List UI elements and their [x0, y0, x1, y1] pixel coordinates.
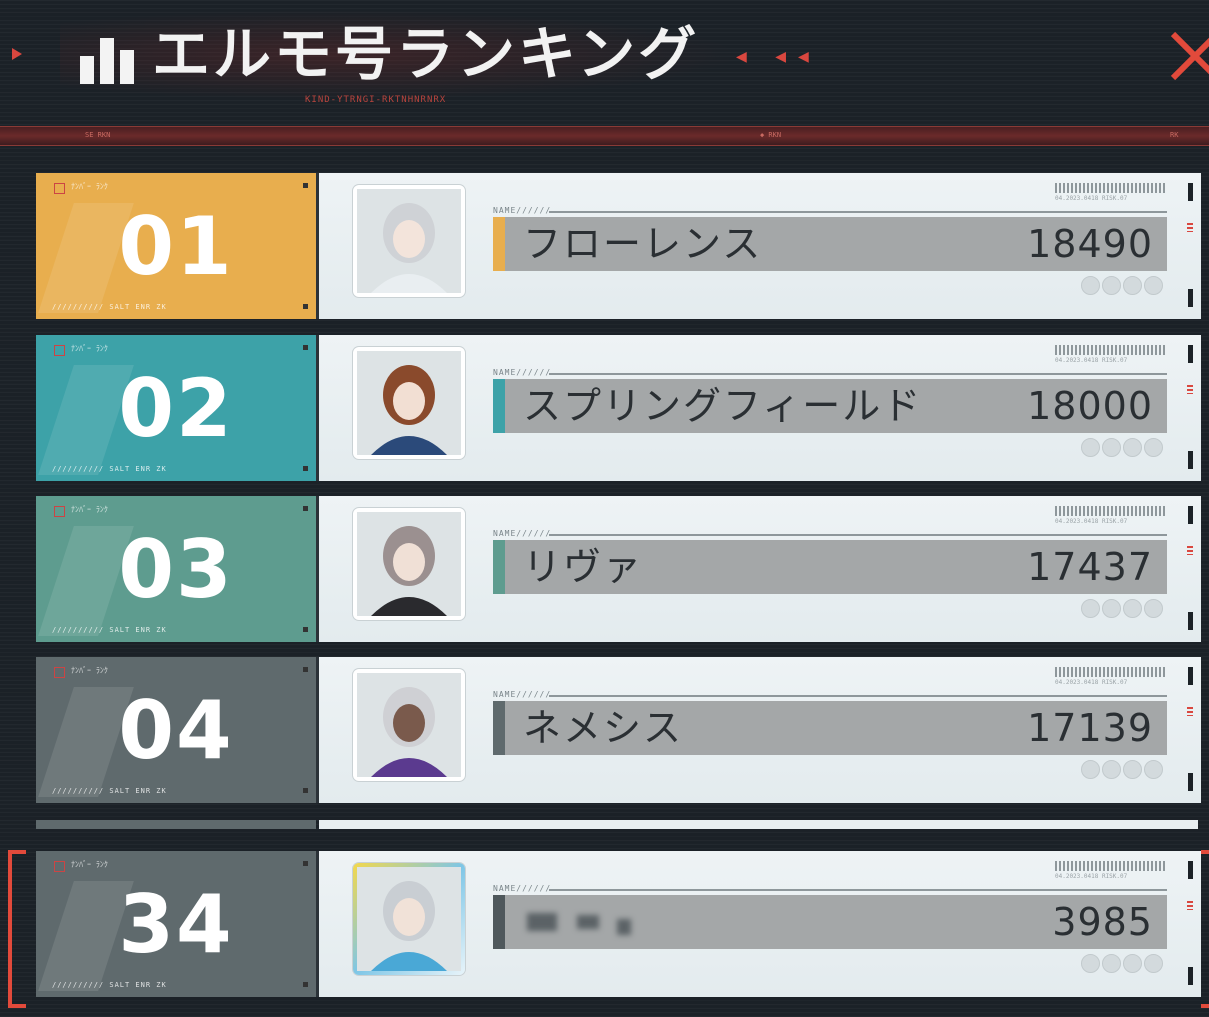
page-title: エルモ号ランキング — [152, 20, 700, 88]
barcode — [1055, 506, 1167, 516]
name-label: NAME////// — [493, 529, 552, 538]
medal-slots — [1081, 760, 1165, 783]
ranking-row[interactable]: ﾅﾝﾊﾞｰ ﾗﾝｸ ////////// SALT ENR ZK 04 NAME… — [36, 657, 1201, 803]
rank-number: 04 — [118, 684, 234, 777]
rank-number: 01 — [118, 200, 234, 293]
header-deco-arrows: ◀ ◀◀ — [736, 49, 821, 65]
self-ranking-row[interactable]: ﾅﾝﾊﾞｰ ﾗﾝｸ ////////// SALT ENR ZK 34 NAME… — [36, 851, 1201, 997]
header: エルモ号ランキング KIND-YTRNGI-RKTNHNRNRX ◀ ◀◀ SE… — [0, 0, 1209, 150]
rank-micro-top: ﾅﾝﾊﾞｰ ﾗﾝｸ — [71, 505, 108, 514]
barcode — [1055, 667, 1167, 677]
medal-slots — [1081, 276, 1165, 299]
name-label: NAME////// — [493, 368, 552, 377]
rank-card: ﾅﾝﾊﾞｰ ﾗﾝｸ ////////// SALT ENR ZK 01 — [36, 173, 316, 319]
rank-accent — [493, 701, 505, 755]
rank-card: ﾅﾝﾊﾞｰ ﾗﾝｸ ////////// SALT ENR ZK 03 — [36, 496, 316, 642]
ranking-row[interactable]: ﾅﾝﾊﾞｰ ﾗﾝｸ ////////// SALT ENR ZK 03 NAME… — [36, 496, 1201, 642]
square-icon — [54, 861, 65, 872]
square-icon — [54, 506, 65, 517]
rank-micro-bottom: ////////// SALT ENR ZK — [52, 787, 167, 795]
barcode — [1055, 345, 1167, 355]
barcode-text: 04.2023.0418 RISK.07 — [1055, 873, 1128, 880]
square-icon — [54, 345, 65, 356]
player-info-card: NAME////// 04.2023.0418 RISK.07 ネメシス 171… — [316, 657, 1201, 803]
rank-number: 34 — [118, 878, 234, 971]
square-icon — [54, 183, 65, 194]
blurred-player-name — [517, 905, 677, 941]
rank-micro-top: ﾅﾝﾊﾞｰ ﾗﾝｸ — [71, 666, 108, 675]
barcode-text: 04.2023.0418 RISK.07 — [1055, 357, 1128, 364]
player-avatar — [353, 863, 465, 975]
rank-number: 03 — [118, 523, 234, 616]
page-subtitle: KIND-YTRNGI-RKTNHNRNRX — [305, 95, 447, 105]
name-label: NAME////// — [493, 884, 552, 893]
name-score-bar: ネメシス 17139 — [493, 701, 1167, 755]
name-label: NAME////// — [493, 690, 552, 699]
rank-card: ﾅﾝﾊﾞｰ ﾗﾝｸ ////////// SALT ENR ZK 04 — [36, 657, 316, 803]
medal-slots — [1081, 438, 1165, 461]
rank-micro-top: ﾅﾝﾊﾞｰ ﾗﾝｸ — [71, 182, 108, 191]
player-score: 17139 — [1027, 706, 1153, 750]
rank-micro-top: ﾅﾝﾊﾞｰ ﾗﾝｸ — [71, 860, 108, 869]
medal-slots — [1081, 954, 1165, 977]
player-name: リヴァ — [523, 545, 644, 589]
player-info-card: NAME////// 04.2023.0418 RISK.07 リヴァ 1743… — [316, 496, 1201, 642]
ranking-row[interactable]: ﾅﾝﾊﾞｰ ﾗﾝｸ ////////// SALT ENR ZK 01 NAME… — [36, 173, 1201, 319]
rank-micro-top: ﾅﾝﾊﾞｰ ﾗﾝｸ — [71, 344, 108, 353]
bar-chart-icon — [80, 26, 138, 84]
rank-accent — [493, 217, 505, 271]
square-icon — [54, 667, 65, 678]
rank-accent — [493, 895, 505, 949]
player-avatar — [353, 185, 465, 297]
player-score: 18000 — [1027, 384, 1153, 428]
header-stripe: SE RKN ◆ RKN RK — [0, 126, 1209, 146]
rank-micro-bottom: ////////// SALT ENR ZK — [52, 465, 167, 473]
rank-micro-bottom: ////////// SALT ENR ZK — [52, 303, 167, 311]
barcode-text: 04.2023.0418 RISK.07 — [1055, 195, 1128, 202]
player-name: ネメシス — [523, 706, 684, 750]
barcode-text: 04.2023.0418 RISK.07 — [1055, 518, 1128, 525]
player-info-card: NAME////// 04.2023.0418 RISK.07 3985 — [316, 851, 1201, 997]
barcode-text: 04.2023.0418 RISK.07 — [1055, 679, 1128, 686]
arrow-right-icon — [12, 48, 22, 60]
rank-micro-bottom: ////////// SALT ENR ZK — [52, 981, 167, 989]
rank-number: 02 — [118, 362, 234, 455]
player-name: スプリングフィールド — [523, 384, 923, 428]
name-label: NAME////// — [493, 206, 552, 215]
player-avatar — [353, 669, 465, 781]
rank-card: ﾅﾝﾊﾞｰ ﾗﾝｸ ////////// SALT ENR ZK 02 — [36, 335, 316, 481]
player-name: フローレンス — [523, 222, 763, 266]
player-info-card: NAME////// 04.2023.0418 RISK.07 スプリングフィー… — [316, 335, 1201, 481]
player-avatar — [353, 347, 465, 459]
rank-micro-bottom: ////////// SALT ENR ZK — [52, 626, 167, 634]
name-score-bar: 3985 — [493, 895, 1167, 949]
player-score: 17437 — [1027, 545, 1153, 589]
ranking-row[interactable]: ﾅﾝﾊﾞｰ ﾗﾝｸ ////////// SALT ENR ZK 02 NAME… — [36, 335, 1201, 481]
name-score-bar: スプリングフィールド 18000 — [493, 379, 1167, 433]
name-score-bar: リヴァ 17437 — [493, 540, 1167, 594]
barcode — [1055, 183, 1167, 193]
close-button[interactable] — [1165, 26, 1209, 86]
rank-accent — [493, 540, 505, 594]
player-info-card: NAME////// 04.2023.0418 RISK.07 フローレンス 1… — [316, 173, 1201, 319]
player-score: 18490 — [1027, 222, 1153, 266]
player-avatar — [353, 508, 465, 620]
name-score-bar: フローレンス 18490 — [493, 217, 1167, 271]
player-score: 3985 — [1052, 900, 1153, 944]
medal-slots — [1081, 599, 1165, 622]
barcode — [1055, 861, 1167, 871]
rank-card: ﾅﾝﾊﾞｰ ﾗﾝｸ ////////// SALT ENR ZK 34 — [36, 851, 316, 997]
list-divider-peek — [36, 820, 1198, 829]
self-highlight-bracket-left — [8, 850, 26, 1008]
self-highlight-bracket-right — [1201, 850, 1209, 1008]
rank-accent — [493, 379, 505, 433]
close-x-icon — [1170, 31, 1209, 81]
